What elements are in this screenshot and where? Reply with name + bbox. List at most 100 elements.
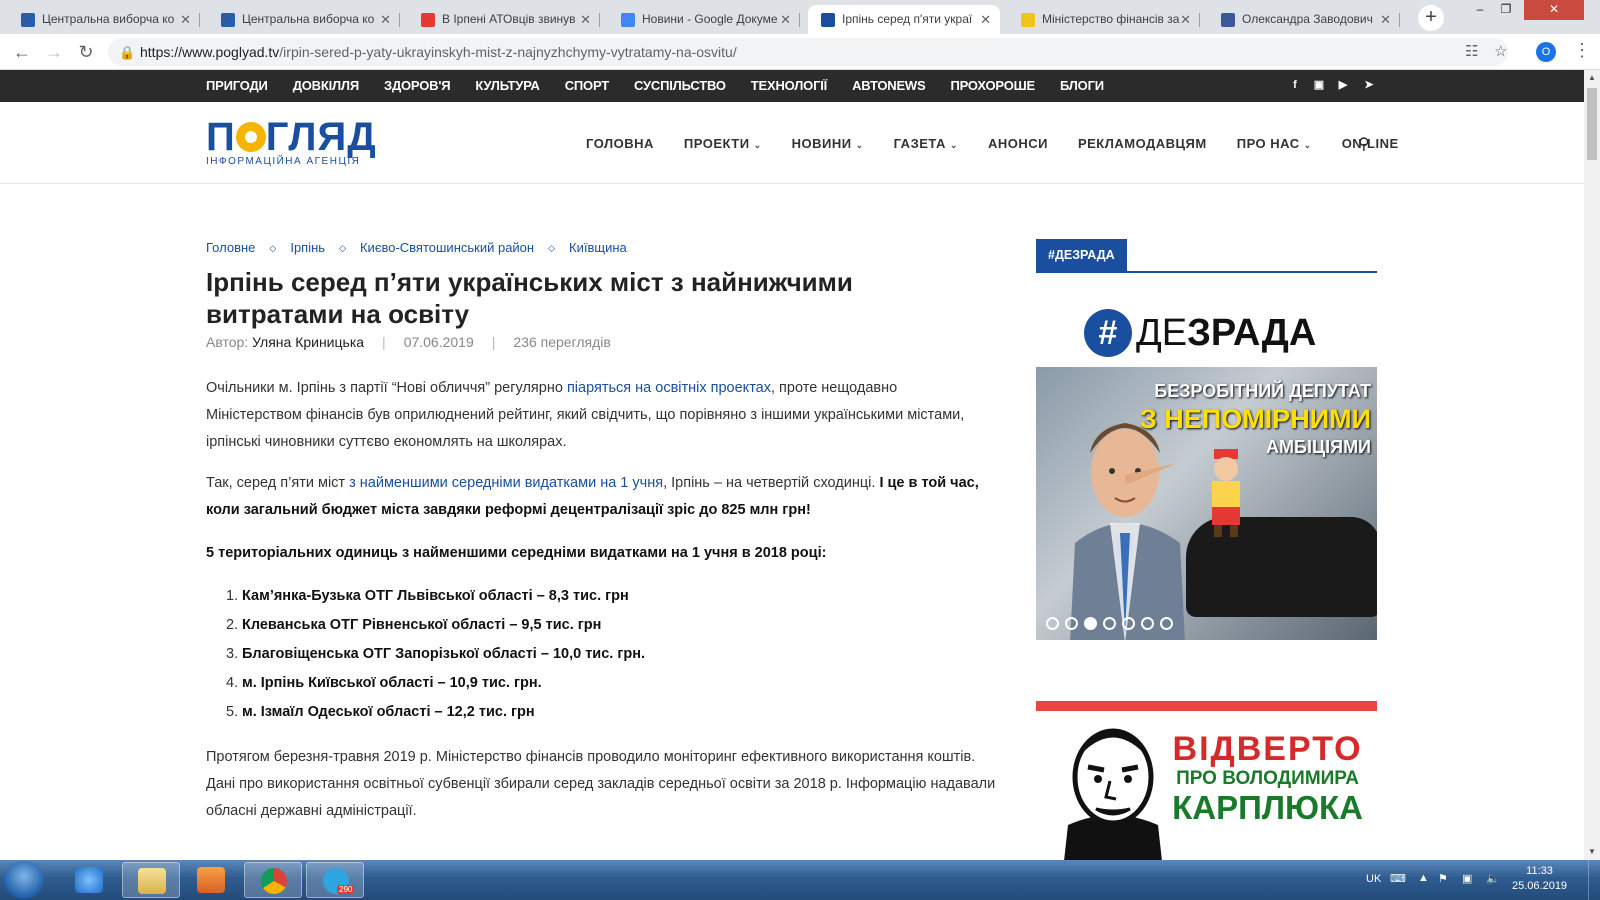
restore-button[interactable]: ❐ [1494,0,1518,20]
volume-icon[interactable]: 🔈 [1486,872,1500,885]
close-window-button[interactable]: ✕ [1524,0,1584,20]
main-navigation: ГОЛОВНА ПРОЕКТИ ⌄ НОВИНИ ⌄ ГАЗЕТА ⌄ АНОНСИ РЕКЛА… [586,102,1399,184]
action-center-icon[interactable]: ⚑ [1438,872,1448,885]
address-bar[interactable]: 🔒 https://www.poglyad.tv/irpin-sered-p-y… [108,38,1508,66]
scroll-up-arrow[interactable]: ▲ [1584,70,1600,86]
taskbar-telegram[interactable]: 290 [306,862,364,898]
pr-projects-link[interactable]: піаряться на освітніх проектах [567,380,771,396]
tab-close-icon[interactable]: ✕ [1180,5,1191,34]
browser-tab-strip: Центральна виборча ко ✕ Центральна виборча… [0,0,1600,34]
language-indicator[interactable]: UK [1366,873,1381,885]
nav-item[interactable]: АНОНСИ [988,136,1048,151]
breadcrumb-link[interactable]: Києво-Святошинський район [360,240,534,256]
tab-close-icon[interactable]: ✕ [980,5,991,34]
youtube-icon[interactable]: ▶ [1336,78,1350,92]
tab-close-icon[interactable]: ✕ [180,5,191,34]
browser-tab[interactable]: Центральна виборча ко ✕ [8,5,200,34]
telegram-icon[interactable]: ➤ [1362,78,1376,92]
search-icon[interactable]: ⚲ [1358,134,1370,154]
tab-close-icon[interactable]: ✕ [1380,5,1391,34]
network-icon[interactable]: ▣ [1462,872,1472,885]
slider-dot[interactable] [1122,617,1135,630]
category-link[interactable]: ДОВКІЛЛЯ [293,70,359,102]
taskbar-explorer[interactable] [122,862,180,898]
scroll-thumb[interactable] [1587,88,1597,160]
profile-avatar[interactable]: O [1536,42,1556,62]
nav-item[interactable]: НОВИНИ ⌄ [792,136,864,151]
slider-dot[interactable] [1103,617,1116,630]
bookmark-star-icon[interactable]: ☆ [1494,38,1507,66]
nav-item[interactable]: ПРОЕКТИ ⌄ [684,136,762,151]
nav-item[interactable]: ГАЗЕТА ⌄ [894,136,958,151]
taskbar-chrome[interactable] [244,862,302,898]
lowest-spending-link[interactable]: з найменшими середніми видатками на 1 уч… [349,475,663,491]
category-link[interactable]: КУЛЬТУРА [475,70,540,102]
facebook-icon[interactable]: f [1288,78,1302,92]
new-tab-button[interactable]: + [1418,5,1444,31]
slider-dot[interactable] [1046,617,1059,630]
sidebar-section-header: #ДЕЗРАДА [1036,239,1377,273]
nav-item[interactable]: ПРО НАС ⌄ [1237,136,1312,151]
breadcrumb-link[interactable]: Ірпінь [290,240,325,256]
back-button[interactable]: ← [10,40,34,64]
category-link[interactable]: ПРОХОРОШЕ [950,70,1035,102]
nav-item[interactable]: РЕКЛАМОДАВЦЯМ [1078,136,1207,151]
forward-button[interactable]: → [42,40,66,64]
author-link[interactable]: Уляна Криницька [252,334,364,350]
site-logo[interactable]: П ГЛЯД ІНФОРМАЦІЙНА АГЕНЦІЯ [206,117,377,167]
browser-menu-icon[interactable]: ⋮ [1573,40,1591,61]
browser-tab[interactable]: Міністерство фінансів за ✕ [1008,5,1200,34]
tab-favicon-icon [621,13,635,27]
banner-slide-image[interactable]: БЕЗРОБІТНИЙ ДЕПУТАТ З НЕПОМІРНИМИ АМБІЦІ… [1036,367,1377,640]
breadcrumb-link[interactable]: Київщина [569,240,627,256]
article-paragraph-4: Протягом березня-травня 2019 р. Міністер… [206,749,996,819]
keyboard-icon[interactable]: ⌨ [1390,872,1406,885]
slider-dot[interactable] [1141,617,1154,630]
translate-icon[interactable]: ☷ [1465,38,1478,66]
banner-accent-bar [1036,701,1377,711]
slider-dot[interactable] [1065,617,1078,630]
instagram-icon[interactable]: ▣ [1312,78,1326,92]
tray-expand-icon[interactable]: ▲ [1418,872,1429,884]
dezrada-banner[interactable]: # ДЕЗРАДА БЕЗРОБІТНИЙ ДЕПУТАТ З НЕПОМІРН… [1036,295,1377,640]
author-label: Автор: [206,334,249,350]
list-item: 5. м. Ізмаїл Одеської області – 12,2 тис.… [226,704,535,720]
start-button[interactable] [4,861,44,899]
taskbar-ie[interactable] [60,862,118,898]
nav-item[interactable]: ГОЛОВНА [586,136,654,151]
system-clock[interactable]: 11:33 25.06.2019 [1512,864,1567,894]
category-link[interactable]: ЗДОРОВ'Я [384,70,451,102]
slider-dot[interactable] [1160,617,1173,630]
tab-close-icon[interactable]: ✕ [580,5,591,34]
slider-dot[interactable] [1084,617,1097,630]
nav-item[interactable]: ON-LINE [1342,136,1399,151]
karplyuk-banner[interactable]: ВІДВЕРТО ПРО ВОЛОДИМИРА КАРПЛЮКА [1036,701,1377,860]
breadcrumb-separator-icon: ◇ [269,243,277,253]
browser-tab[interactable]: Олександра Заводович ✕ [1208,5,1400,34]
tab-close-icon[interactable]: ✕ [780,5,791,34]
list-item: 1. Кам’янка-Бузька ОТГ Львівської області… [226,588,629,604]
scroll-down-arrow[interactable]: ▼ [1584,844,1600,860]
browser-tab[interactable]: Новини - Google Докуме ✕ [608,5,800,34]
url-path: /irpin-sered-p-yaty-ukrayinskyh-mist-z-n… [279,44,737,60]
category-link[interactable]: АВТОNEWS [852,70,926,102]
show-desktop-button[interactable] [1588,860,1600,900]
minimize-button[interactable]: – [1468,0,1492,20]
category-link[interactable]: ПРИГОДИ [206,70,268,102]
article-paragraph-1: Очільники м. Ірпінь з партії “Нові облич… [206,380,965,450]
reload-button[interactable]: ↻ [74,40,98,64]
chevron-down-icon: ⌄ [1303,139,1312,150]
category-link[interactable]: СУСПІЛЬСТВО [634,70,726,102]
category-link[interactable]: СПОРТ [565,70,609,102]
tab-close-icon[interactable]: ✕ [380,5,391,34]
browser-tab[interactable]: В Ірпені АТОвців звинув ✕ [408,5,600,34]
tab-title: Олександра Заводович [1242,12,1373,26]
category-link[interactable]: ТЕХНОЛОГІЇ [751,70,827,102]
browser-tab[interactable]: Центральна виборча ко ✕ [208,5,400,34]
breadcrumb-link[interactable]: Головне [206,240,255,256]
dezrada-tag[interactable]: #ДЕЗРАДА [1036,239,1127,271]
page-scrollbar[interactable]: ▲ ▼ [1584,70,1600,860]
category-link[interactable]: БЛОГИ [1060,70,1104,102]
browser-tab[interactable]: Ірпінь серед п'яти украї ✕ [808,5,1000,34]
taskbar-media-player[interactable] [182,862,240,898]
